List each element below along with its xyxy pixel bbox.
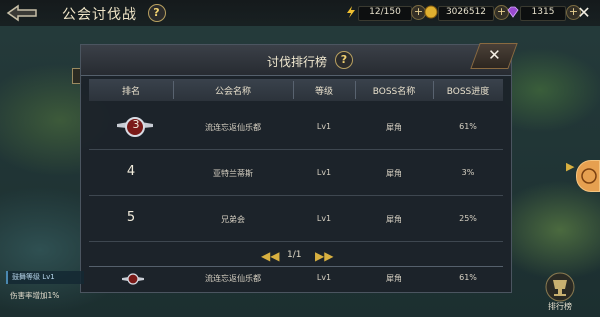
close-icon: ✕ xyxy=(488,46,501,64)
trophy-icon xyxy=(545,272,575,302)
stamina-counter: 12/150 + xyxy=(344,5,428,21)
boss-progress: 3% xyxy=(461,168,475,177)
my-guild-row: 流连忘返仙乐都 Lv1 犀角 61% xyxy=(89,266,503,289)
dialog-close-button[interactable]: ✕ xyxy=(470,43,518,69)
boss-name: 犀角 xyxy=(386,169,402,178)
prev-page-button[interactable]: ◀◀ xyxy=(261,249,279,263)
guild-name: 流连忘返仙乐都 xyxy=(205,123,261,132)
page-title: 公会讨伐战 ? xyxy=(62,4,166,24)
dialog-title: 讨伐排行榜 xyxy=(267,55,328,69)
my-boss-name: 犀角 xyxy=(386,274,402,283)
gold-value: 3026512 xyxy=(445,7,487,17)
leaderboard-label: 排行榜 xyxy=(548,302,572,311)
hand-icon xyxy=(581,168,597,184)
table-row[interactable]: 4 亚特兰蒂斯 Lv1 犀角 3% xyxy=(89,150,503,196)
help-icon[interactable]: ? xyxy=(148,4,166,22)
back-button[interactable] xyxy=(4,2,40,24)
boss-progress: 25% xyxy=(459,214,477,223)
boss-name: 犀角 xyxy=(386,215,402,224)
col-rank: 排名 xyxy=(121,87,140,97)
boss-progress: 61% xyxy=(459,122,477,131)
table-row[interactable]: 3 流连忘返仙乐都 Lv1 犀角 61% xyxy=(89,104,503,150)
next-page-button[interactable]: ▶▶ xyxy=(315,249,333,263)
gem-counter: 1315 + xyxy=(506,5,581,21)
gold-coin-icon xyxy=(424,5,438,19)
gold-counter: 3026512 + xyxy=(424,5,510,21)
ranking-dialog: 讨伐排行榜 ? ✕ 排名 公会名称 等级 BOSS名称 BOSS进度 3 流连忘… xyxy=(80,43,518,293)
close-page-button[interactable]: ✕ xyxy=(574,3,594,23)
top-bar: 公会讨伐战 ? 12/150 + 3026512 + 1315 + ✕ xyxy=(0,0,600,26)
stamina-value: 12/150 xyxy=(369,7,401,17)
col-level: 等级 xyxy=(314,87,333,97)
side-arrow-icon: ▶ xyxy=(566,160,575,173)
page-title-text: 公会讨伐战 xyxy=(62,7,137,23)
dialog-header: 讨伐排行榜 ? ✕ xyxy=(81,43,518,76)
page-indicator: 1/1 xyxy=(287,250,302,260)
boss-name: 犀角 xyxy=(386,123,402,132)
pagination: ◀◀ 1/1 ▶▶ xyxy=(81,247,511,265)
rank-number: 4 xyxy=(126,164,136,179)
side-menu-handle[interactable] xyxy=(576,160,600,192)
table-row[interactable]: 5 兄弟会 Lv1 犀角 25% xyxy=(89,196,503,242)
table-header: 排名 公会名称 等级 BOSS名称 BOSS进度 xyxy=(89,79,503,101)
back-arrow-icon xyxy=(6,4,37,22)
my-boss-progress: 61% xyxy=(459,273,477,282)
dialog-help-icon[interactable]: ? xyxy=(335,51,353,69)
guild-name: 兄弟会 xyxy=(221,215,245,224)
guild-name: 亚特兰蒂斯 xyxy=(213,169,253,178)
rank-number: 5 xyxy=(126,210,136,225)
col-boss-name: BOSS名称 xyxy=(372,87,416,97)
guild-level: Lv1 xyxy=(316,168,332,177)
col-guild-name: 公会名称 xyxy=(214,87,251,97)
gem-icon xyxy=(507,6,519,18)
guild-level: Lv1 xyxy=(316,214,332,223)
col-boss-progress: BOSS进度 xyxy=(446,87,490,97)
rank-number: 3 xyxy=(132,118,140,131)
guild-level: Lv1 xyxy=(316,122,332,131)
my-guild-level: Lv1 xyxy=(316,273,332,282)
my-guild-name: 流连忘返仙乐都 xyxy=(205,274,261,283)
gem-value: 1315 xyxy=(531,7,555,17)
inspire-level: 鼓舞等级 Lv1 xyxy=(6,271,84,284)
stamina-bolt-icon xyxy=(347,6,355,18)
damage-bonus: 伤害率增加1% xyxy=(10,291,60,300)
rank-3-medal-small-icon xyxy=(121,271,145,285)
